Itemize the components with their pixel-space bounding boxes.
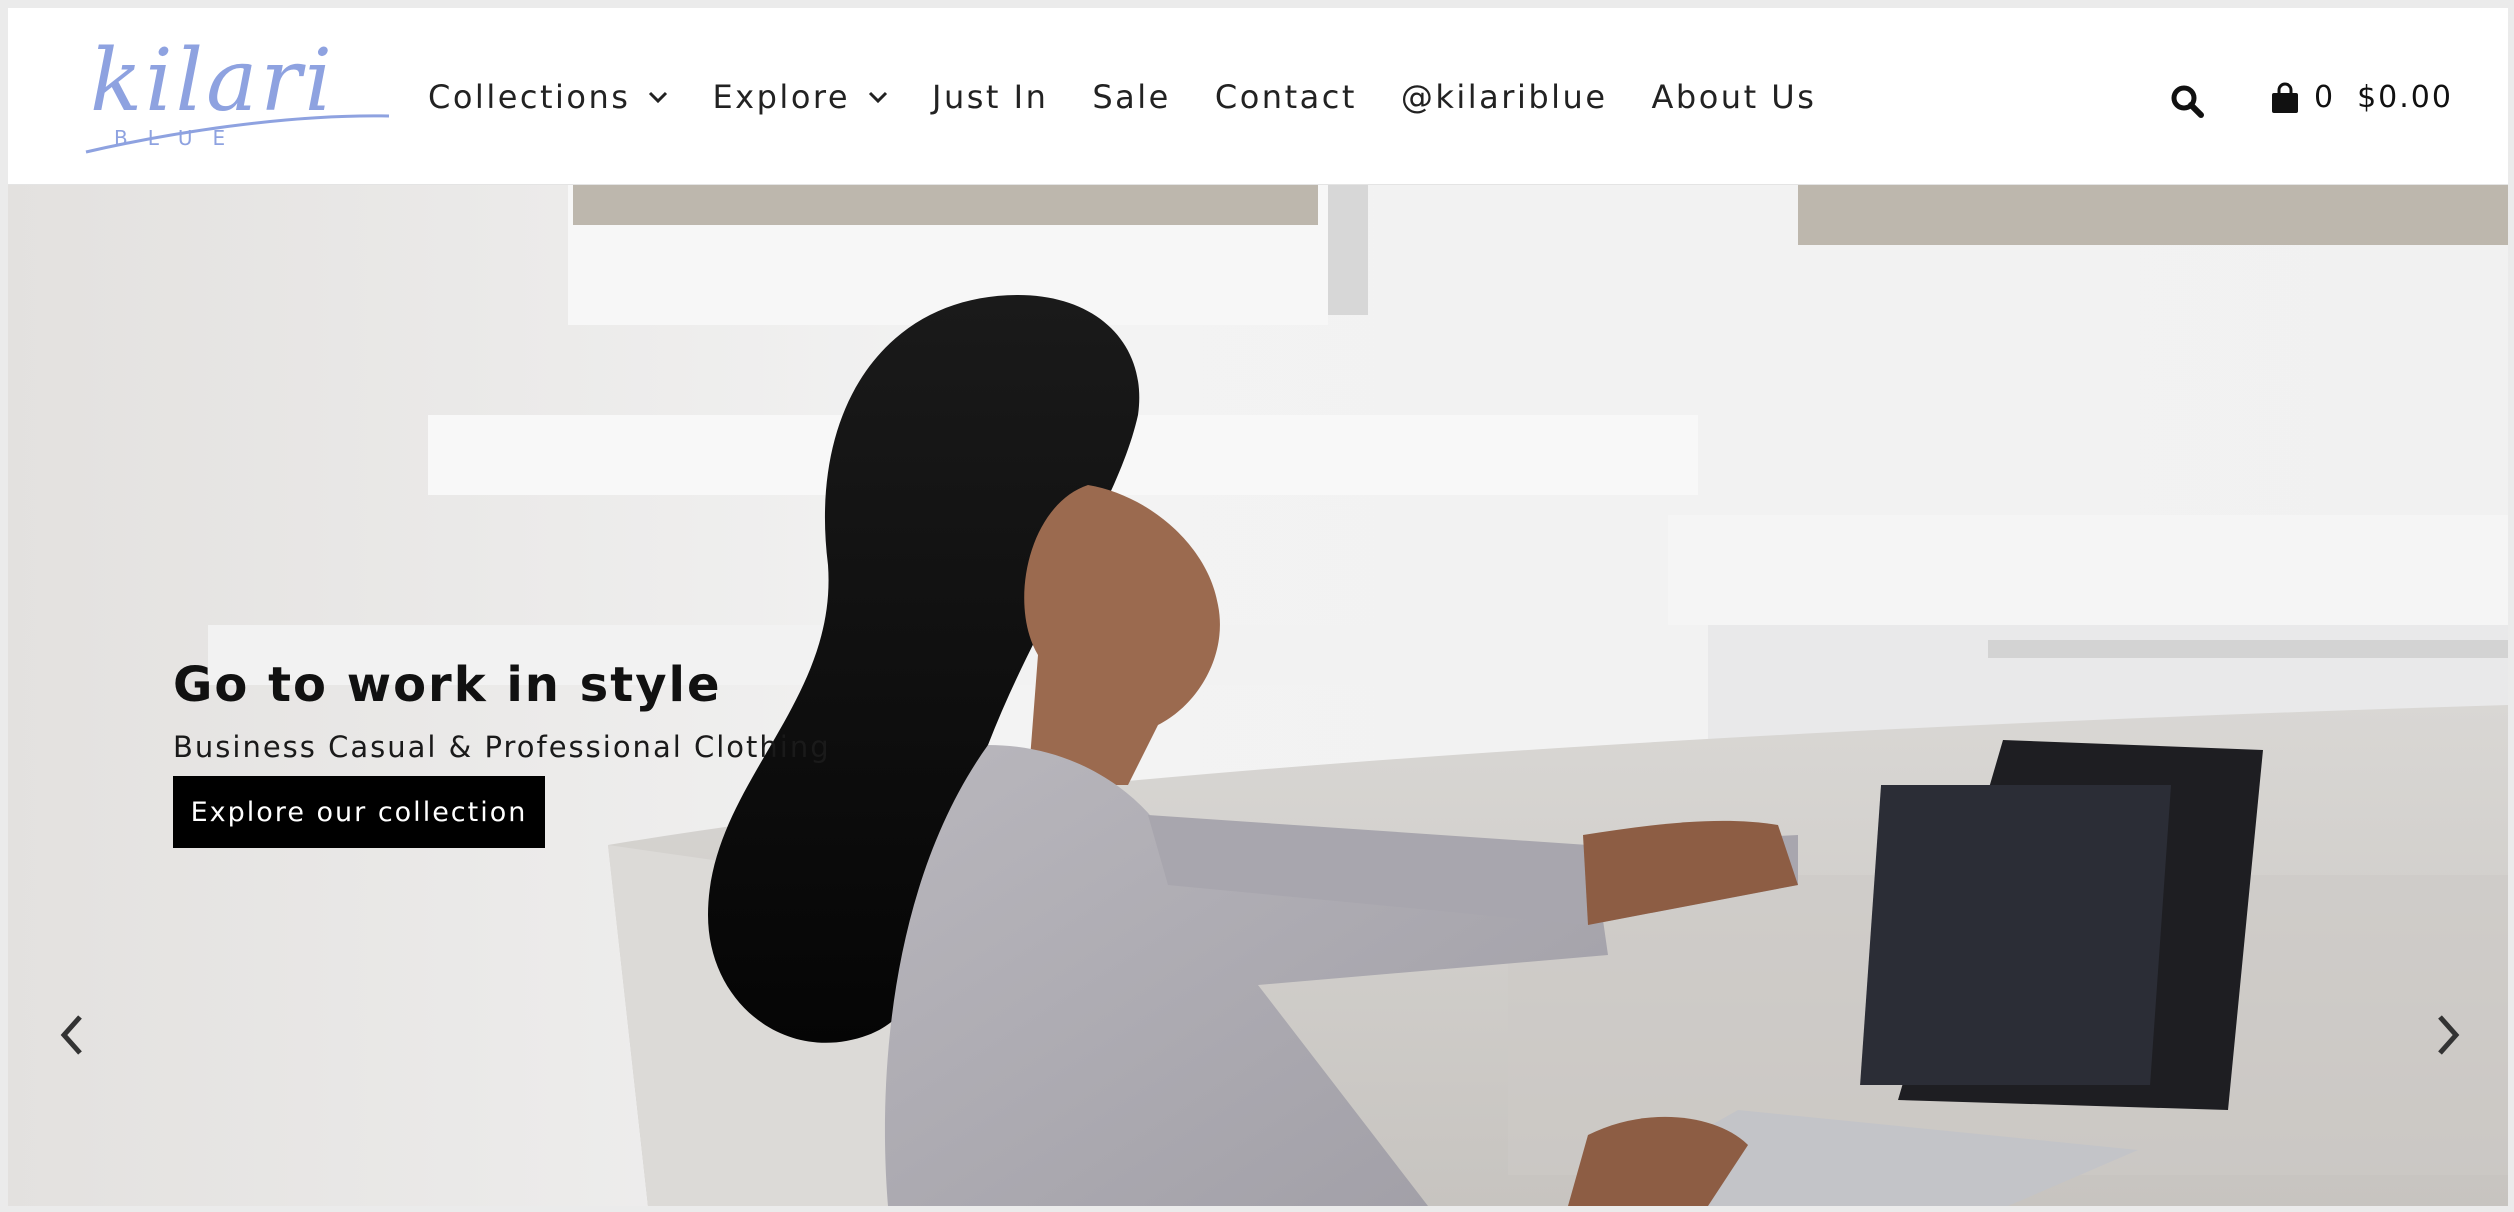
nav-item-explore[interactable]: Explore xyxy=(712,78,888,116)
nav-item-label: @kilariblue xyxy=(1400,78,1608,116)
nav-item-collections[interactable]: Collections xyxy=(428,78,668,116)
nav-item-label: About Us xyxy=(1651,78,1817,116)
chevron-left-icon[interactable] xyxy=(52,1005,92,1065)
nav-item-label: Sale xyxy=(1092,78,1171,116)
chevron-right-icon[interactable] xyxy=(2428,1005,2468,1065)
cart-total: $0.00 xyxy=(2357,80,2453,115)
nav-item-contact[interactable]: Contact xyxy=(1215,78,1357,116)
explore-collection-button[interactable]: Explore our collection xyxy=(173,776,545,848)
nav-item-about-us[interactable]: About Us xyxy=(1652,78,1817,116)
nav-item-sale[interactable]: Sale xyxy=(1092,78,1171,116)
nav-item-label: Contact xyxy=(1214,78,1357,116)
chevron-down-icon xyxy=(649,91,668,104)
shopping-bag-icon xyxy=(2272,82,2298,113)
hero-title: Go to work in style xyxy=(173,657,722,714)
hero-subtitle: Business Casual & Professional Clothing xyxy=(173,730,831,764)
nav-item-label: Just In xyxy=(932,78,1049,116)
cart-count: 0 xyxy=(2314,80,2336,115)
nav-item-instagram[interactable]: @kilariblue xyxy=(1401,78,1608,116)
main-nav: Collections Explore Just In Sale Contact xyxy=(428,78,1860,116)
site-logo[interactable]: kilari BLUE xyxy=(84,38,394,154)
nav-item-just-in[interactable]: Just In xyxy=(932,78,1048,116)
search-icon[interactable] xyxy=(2170,84,2204,118)
logo-subtitle: BLUE xyxy=(114,126,246,150)
hero-slideshow: Go to work in style Business Casual & Pr… xyxy=(8,185,2508,1206)
cart-link[interactable]: 0 $0.00 xyxy=(2270,80,2453,115)
nav-item-label: Explore xyxy=(712,78,851,116)
chevron-down-icon xyxy=(868,91,888,104)
site-header: kilari BLUE Collections Explore Just In xyxy=(8,8,2508,185)
page-frame: kilari BLUE Collections Explore Just In xyxy=(8,8,2508,1206)
nav-item-label: Collections xyxy=(428,78,631,116)
